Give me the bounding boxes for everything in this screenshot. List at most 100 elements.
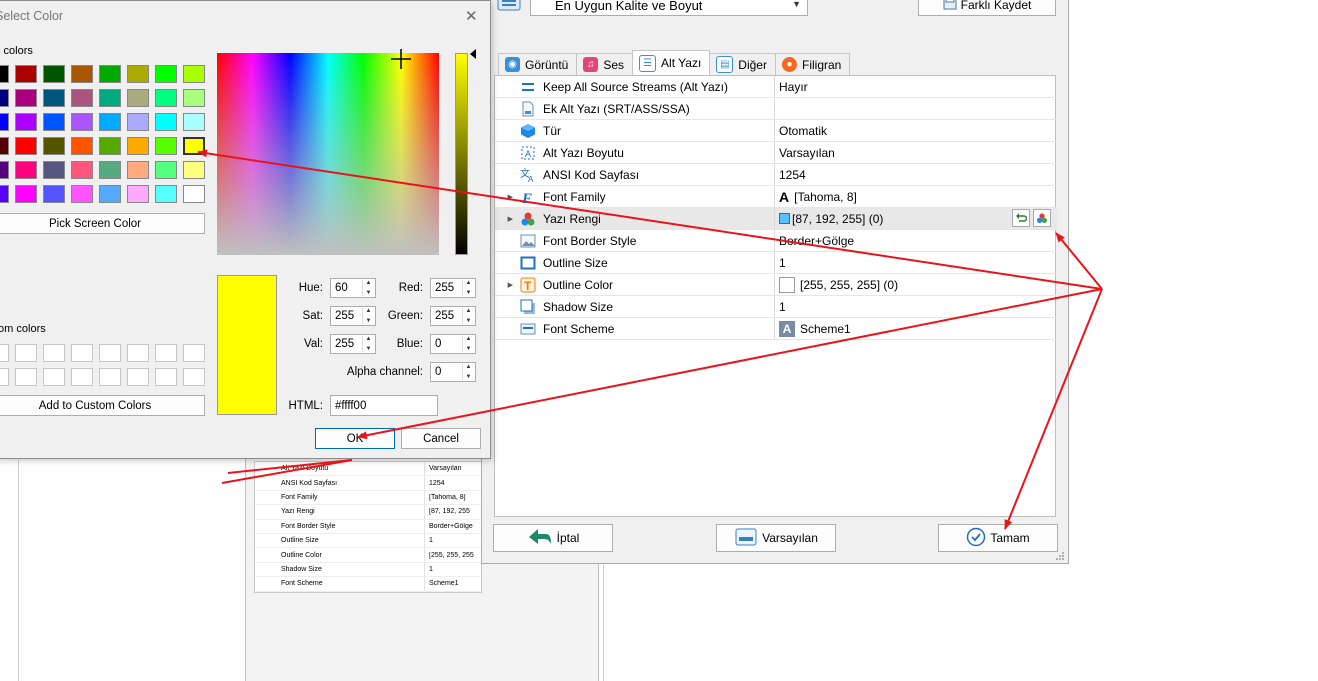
basic-color-swatch[interactable] — [43, 113, 65, 131]
property-row-font-border-style[interactable]: Font Border Style Border+Gölge — [495, 230, 1057, 252]
basic-color-swatch[interactable] — [0, 137, 9, 155]
basic-color-swatch[interactable] — [99, 89, 121, 107]
property-row-ansi[interactable]: 文A ANSI Kod Sayfası 1254 — [495, 164, 1057, 186]
property-row-outline-color[interactable]: ▶ T Outline Color [255, 255, 255] (0) — [495, 274, 1057, 296]
basic-color-swatch[interactable] — [15, 161, 37, 179]
tab-alt-yazi[interactable]: ☰ Alt Yazı — [632, 50, 711, 75]
basic-color-swatch[interactable] — [71, 161, 93, 179]
property-row-font-family[interactable]: ▶ F Font Family A [Tahoma, 8] — [495, 186, 1057, 208]
basic-color-swatch[interactable] — [43, 137, 65, 155]
close-icon[interactable]: ✕ — [465, 7, 478, 25]
save-as-button[interactable]: Farklı Kaydet — [918, 0, 1056, 16]
basic-color-swatch[interactable] — [15, 65, 37, 83]
property-row-alt-yazi-boyutu[interactable]: A Alt Yazı Boyutu Varsayılan — [495, 142, 1057, 164]
dialog-cancel-button[interactable]: Cancel — [401, 428, 481, 449]
property-row-ek-alt-yazi[interactable]: Ek Alt Yazı (SRT/ASS/SSA) — [495, 98, 1057, 120]
basic-color-swatch[interactable] — [127, 137, 149, 155]
basic-color-swatch[interactable] — [71, 185, 93, 203]
basic-color-swatch[interactable] — [43, 65, 65, 83]
basic-color-swatch[interactable] — [99, 113, 121, 131]
reset-icon[interactable] — [1012, 209, 1030, 227]
custom-color-swatch[interactable] — [183, 344, 205, 362]
expand-arrow-icon[interactable]: ▶ — [495, 274, 519, 295]
spin-arrows-icon[interactable]: ▲ ▼ — [462, 364, 474, 380]
green-spinbox[interactable]: 255 ▲ ▼ — [430, 306, 476, 326]
basic-color-swatch[interactable] — [155, 185, 177, 203]
ok-button[interactable]: Tamam — [938, 524, 1058, 552]
resize-grip-icon[interactable] — [1055, 550, 1065, 560]
property-row-keep-streams[interactable]: Keep All Source Streams (Alt Yazı) Hayır — [495, 76, 1057, 98]
custom-color-swatch[interactable] — [71, 344, 93, 362]
basic-color-swatch[interactable] — [155, 161, 177, 179]
add-to-custom-colors-button[interactable]: Add to Custom Colors — [0, 395, 205, 416]
basic-color-swatch[interactable] — [127, 161, 149, 179]
basic-color-swatch[interactable] — [155, 89, 177, 107]
basic-color-swatch[interactable] — [43, 185, 65, 203]
expand-arrow-icon[interactable]: ▶ — [495, 186, 519, 207]
custom-color-swatch[interactable] — [43, 368, 65, 386]
property-row-outline-size[interactable]: Outline Size 1 — [495, 252, 1057, 274]
pick-screen-color-button[interactable]: Pick Screen Color — [0, 213, 205, 234]
blue-spinbox[interactable]: 0 ▲ ▼ — [430, 334, 476, 354]
basic-color-swatch[interactable] — [71, 65, 93, 83]
basic-color-swatch[interactable] — [183, 89, 205, 107]
basic-color-swatch[interactable] — [71, 137, 93, 155]
basic-color-swatch[interactable] — [155, 113, 177, 131]
basic-color-swatch[interactable] — [155, 65, 177, 83]
tab-goruntu[interactable]: ◉ Görüntü — [498, 53, 578, 75]
spin-arrows-icon[interactable]: ▲ ▼ — [462, 308, 474, 324]
property-row-shadow-size[interactable]: Shadow Size 1 — [495, 296, 1057, 318]
basic-color-swatch[interactable] — [43, 89, 65, 107]
luminance-slider[interactable] — [455, 53, 468, 255]
basic-color-swatch[interactable] — [71, 113, 93, 131]
basic-color-swatch[interactable] — [0, 113, 9, 131]
basic-color-swatch[interactable] — [0, 65, 9, 83]
custom-color-swatch[interactable] — [71, 368, 93, 386]
basic-color-swatch[interactable] — [15, 89, 37, 107]
basic-color-swatch[interactable] — [99, 137, 121, 155]
basic-color-swatch[interactable] — [183, 113, 205, 131]
red-spinbox[interactable]: 255 ▲ ▼ — [430, 278, 476, 298]
basic-color-swatch[interactable] — [71, 89, 93, 107]
basic-color-swatch[interactable] — [183, 185, 205, 203]
dialog-ok-button[interactable]: OK — [315, 428, 395, 449]
cancel-button[interactable]: İptal — [493, 524, 613, 552]
html-color-input[interactable]: #ffff00 — [330, 395, 438, 416]
custom-color-swatch[interactable] — [43, 344, 65, 362]
basic-color-swatch[interactable] — [99, 161, 121, 179]
color-picker-icon[interactable] — [1033, 209, 1051, 227]
custom-color-swatch[interactable] — [183, 368, 205, 386]
basic-color-swatch[interactable] — [15, 137, 37, 155]
preset-dropdown[interactable]: En Uygun Kalite ve Boyut ▼ — [530, 0, 808, 16]
custom-color-swatch[interactable] — [0, 368, 9, 386]
basic-color-swatch[interactable] — [155, 137, 177, 155]
basic-color-swatch[interactable] — [99, 65, 121, 83]
tab-ses[interactable]: ♫ Ses — [576, 53, 634, 75]
basic-color-swatch[interactable] — [43, 161, 65, 179]
basic-color-swatch[interactable] — [183, 161, 205, 179]
alpha-spinbox[interactable]: 0 ▲ ▼ — [430, 362, 476, 382]
spin-arrows-icon[interactable]: ▲ ▼ — [462, 280, 474, 296]
basic-color-swatch[interactable] — [0, 185, 9, 203]
basic-color-swatch[interactable] — [99, 185, 121, 203]
custom-color-swatch[interactable] — [155, 368, 177, 386]
basic-color-swatch[interactable] — [15, 185, 37, 203]
basic-color-swatch[interactable] — [127, 65, 149, 83]
basic-color-swatch[interactable] — [0, 89, 9, 107]
custom-color-swatch[interactable] — [15, 368, 37, 386]
custom-color-swatch[interactable] — [0, 344, 9, 362]
basic-color-swatch[interactable] — [127, 185, 149, 203]
spin-arrows-icon[interactable]: ▲ ▼ — [462, 336, 474, 352]
custom-color-swatch[interactable] — [127, 368, 149, 386]
basic-color-swatch[interactable] — [127, 113, 149, 131]
tab-filigran[interactable]: ● Filigran — [774, 53, 851, 75]
custom-color-swatch[interactable] — [155, 344, 177, 362]
custom-color-swatch[interactable] — [127, 344, 149, 362]
property-row-font-scheme[interactable]: Font Scheme A Scheme1 — [495, 318, 1057, 340]
defaults-button[interactable]: Varsayılan — [716, 524, 836, 552]
basic-color-swatch[interactable] — [15, 113, 37, 131]
luminance-arrow-icon[interactable] — [470, 49, 476, 59]
custom-color-swatch[interactable] — [99, 344, 121, 362]
custom-color-swatch[interactable] — [15, 344, 37, 362]
basic-color-swatch[interactable] — [183, 65, 205, 83]
